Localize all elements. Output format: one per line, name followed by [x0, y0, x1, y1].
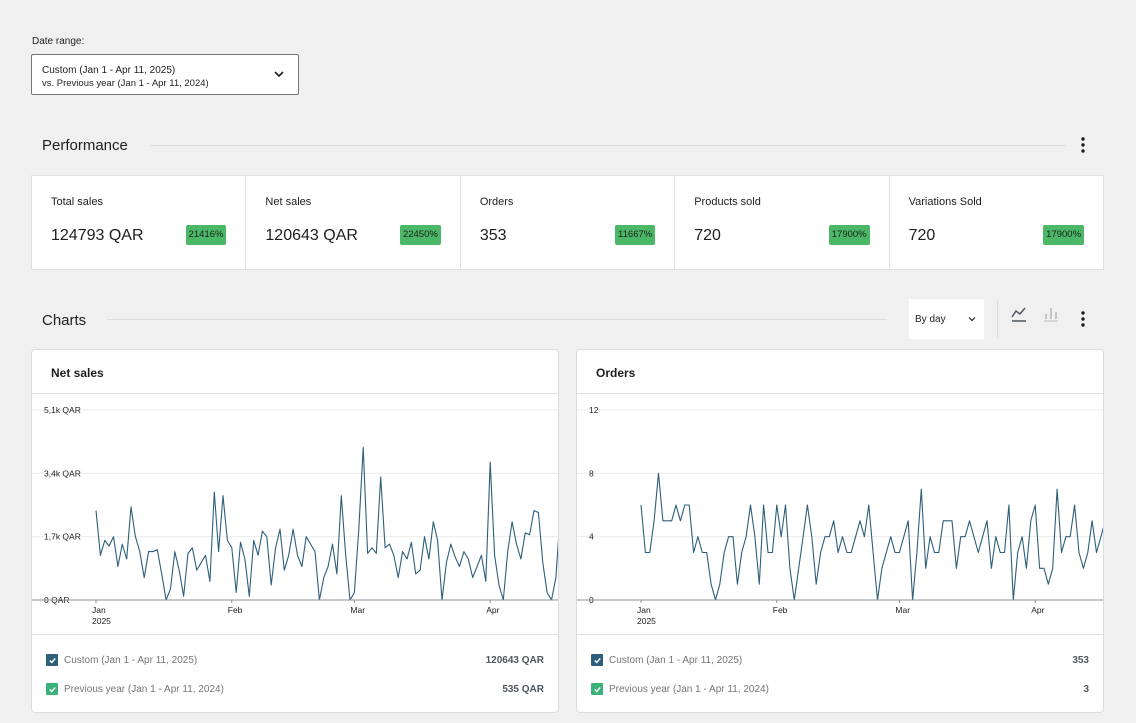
date-range-picker[interactable]: Custom (Jan 1 - Apr 11, 2025) vs. Previo… — [31, 54, 299, 95]
legend-label: Custom (Jan 1 - Apr 11, 2025) — [64, 654, 198, 666]
interval-select[interactable]: By day — [909, 299, 984, 339]
x-tick-label: Apr — [486, 605, 499, 615]
x-tick-label: Feb — [228, 605, 243, 615]
card-value: 120643 QAR — [265, 227, 358, 244]
delta-badge: 22450% — [399, 225, 441, 245]
legend-total: 535 QAR — [502, 683, 544, 695]
y-tick-label: 1,7k QAR — [44, 532, 81, 542]
delta-badge: 17900% — [1043, 225, 1085, 245]
charts-menu-button[interactable] — [1073, 309, 1093, 329]
delta-badge: 17900% — [828, 225, 870, 245]
ellipsis-menu-icon — [1081, 137, 1085, 153]
legend-label: Previous year (Jan 1 - Apr 11, 2024) — [609, 683, 769, 695]
line-chart-icon — [1011, 307, 1026, 322]
x-tick-year: 2025 — [637, 616, 656, 626]
bar-chart-button[interactable] — [1041, 304, 1061, 324]
line-chart-button[interactable] — [1009, 304, 1029, 324]
summary-card-products-sold[interactable]: Products sold 720 17900% — [675, 176, 890, 269]
chevron-down-icon — [968, 317, 976, 322]
performance-cards: Total sales 124793 QAR 21416% Net sales … — [31, 175, 1104, 270]
date-range-comparison: vs. Previous year (Jan 1 - Apr 11, 2024) — [42, 78, 209, 89]
summary-card-total-sales[interactable]: Total sales 124793 QAR 21416% — [32, 176, 247, 269]
x-tick-label: Mar — [350, 605, 365, 615]
x-tick-label: Jan — [637, 605, 651, 615]
legend-divider — [32, 634, 558, 635]
card-label: Net sales — [265, 196, 312, 208]
x-tick-label: Apr — [1031, 605, 1044, 615]
card-value: 124793 QAR — [51, 227, 144, 244]
legend-label: Custom (Jan 1 - Apr 11, 2025) — [609, 654, 743, 666]
x-tick-year: 2025 — [92, 616, 111, 626]
performance-divider — [150, 145, 1066, 146]
chevron-down-icon — [274, 71, 284, 78]
y-tick-label: 5,1k QAR — [44, 405, 81, 415]
interval-select-value: By day — [915, 313, 946, 325]
legend-divider — [577, 634, 1103, 635]
performance-title: Performance — [42, 137, 128, 154]
x-tick-label: Mar — [895, 605, 910, 615]
chart-title: Orders — [596, 366, 636, 380]
legend-total: 120643 QAR — [485, 654, 544, 666]
legend-total: 3 — [1083, 683, 1089, 695]
card-value: 720 — [694, 227, 721, 244]
summary-card-net-sales[interactable]: Net sales 120643 QAR 22450% — [246, 176, 461, 269]
toolbar-divider — [997, 300, 998, 338]
delta-badge: 21416% — [185, 225, 227, 245]
legend-item-current[interactable]: Custom (Jan 1 - Apr 11, 2025) 120643 QAR — [46, 652, 544, 668]
bar-chart-icon — [1044, 308, 1058, 322]
card-label: Orders — [479, 196, 514, 208]
x-tick-label: Jan — [92, 605, 106, 615]
x-tick-label: Feb — [773, 605, 788, 615]
card-label: Total sales — [51, 196, 103, 208]
legend-item-previous[interactable]: Previous year (Jan 1 - Apr 11, 2024) 535… — [46, 681, 544, 697]
orders-line-chart[interactable]: 04812Jan2025Feb Mar Apr — [577, 394, 1103, 634]
card-value: 720 — [908, 227, 936, 244]
net-sales-chart-panel: Net sales 0 QAR 1,7k QAR 3,4k QAR 5,1k QAR J… — [31, 349, 559, 713]
legend-label: Previous year (Jan 1 - Apr 11, 2024) — [64, 683, 224, 695]
date-range-label: Date range: — [32, 36, 85, 47]
ellipsis-menu-icon — [1081, 311, 1085, 327]
checkbox-checked-icon[interactable] — [591, 683, 603, 695]
checkbox-checked-icon[interactable] — [46, 654, 58, 666]
checkbox-checked-icon[interactable] — [46, 683, 58, 695]
net-sales-line-chart[interactable]: 0 QAR1,7k QAR3,4k QAR5,1k QARJan2025Feb M… — [32, 394, 558, 634]
summary-card-orders[interactable]: Orders 353 11667% — [461, 176, 676, 269]
charts-title: Charts — [42, 312, 87, 329]
card-label: Variations Sold — [908, 196, 982, 208]
series-line-current[interactable] — [95, 446, 558, 601]
card-value: 353 — [479, 227, 507, 244]
y-tick-label: 4 — [589, 532, 594, 542]
y-tick-label: 8 — [589, 468, 594, 478]
date-range-primary: Custom (Jan 1 - Apr 11, 2025) — [42, 65, 176, 76]
summary-card-variations-sold[interactable]: Variations Sold 720 17900% — [890, 176, 1103, 269]
legend-item-current[interactable]: Custom (Jan 1 - Apr 11, 2025) 353 — [591, 652, 1089, 668]
performance-menu-button[interactable] — [1073, 135, 1093, 155]
chart-title: Net sales — [51, 366, 104, 380]
legend-item-previous[interactable]: Previous year (Jan 1 - Apr 11, 2024) 3 — [591, 681, 1089, 697]
orders-chart-panel: Orders 0 4 8 12 Jan 2025 Feb Mar Apr Custom (Jan… — [576, 349, 1104, 713]
legend-total: 353 — [1072, 654, 1089, 666]
y-tick-label: 3,4k QAR — [44, 468, 81, 478]
checkbox-checked-icon[interactable] — [591, 654, 603, 666]
card-label: Products sold — [694, 196, 761, 208]
charts-divider — [107, 319, 887, 320]
delta-badge: 11667% — [615, 225, 656, 245]
y-tick-label: 12 — [589, 405, 599, 415]
